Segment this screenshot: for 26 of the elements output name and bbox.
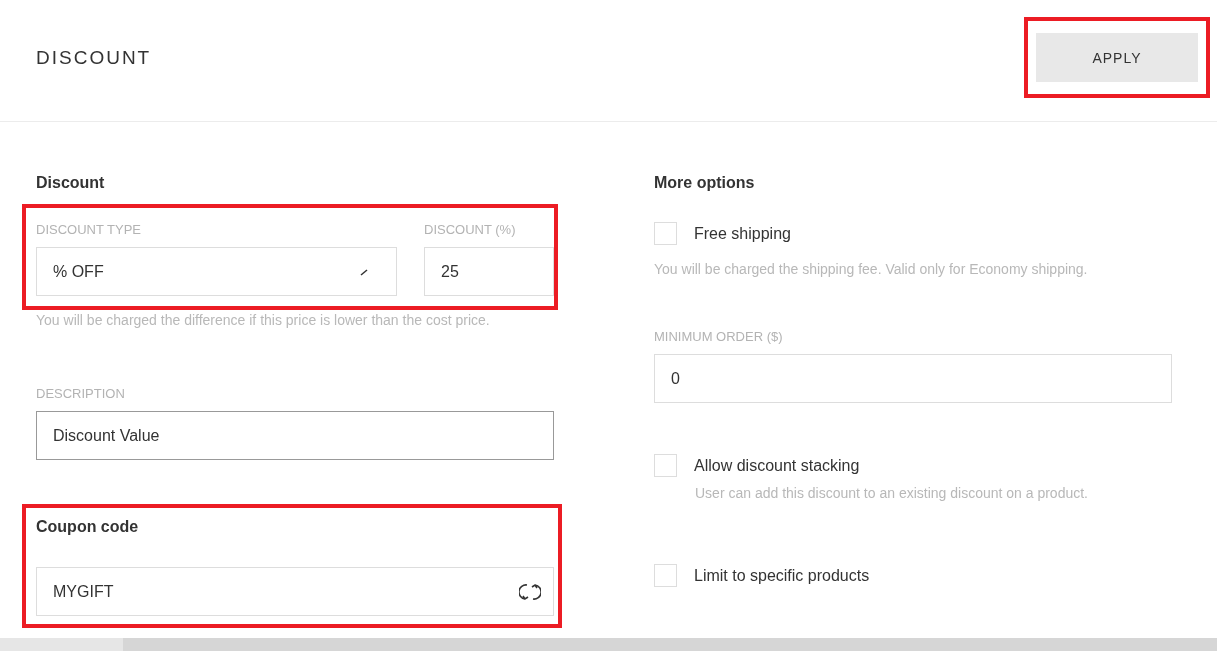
coupon-code-field[interactable]: MYGIFT [36,567,554,616]
refresh-icon[interactable] [519,581,541,602]
discount-type-dropdown[interactable]: % OFF [36,247,397,296]
section-heading: Coupon code [36,518,140,536]
field-label: DISCOUNT TYPE [36,222,142,237]
description-field[interactable]: Discount Value [36,411,554,460]
checkbox[interactable] [654,454,677,477]
checkbox[interactable] [654,564,677,587]
help-text: You will be charged the difference if this price is lower than the cost price. [36,311,491,330]
field-label: DISCOUNT (%) [424,222,517,237]
help-text: You will be charged the shipping fee. Valid only for Economy shipping. [654,260,1089,279]
dropdown-icon [360,267,368,276]
discount-amount-field[interactable]: 25 [424,247,554,296]
checkbox-label: Limit to specific products [694,566,870,585]
section-heading: More options [654,174,756,192]
apply-button[interactable]: APPLY [1036,33,1198,82]
field-label: MINIMUM ORDER ($) [654,329,784,344]
field-label: DESCRIPTION [36,386,126,401]
section-heading: Discount [36,174,106,192]
help-text: User can add this discount to an existing discount on a product. [695,484,1089,503]
checkbox-label: Allow discount stacking [694,456,860,475]
horizontal-scrollbar[interactable] [0,638,1217,651]
minimum-order-field[interactable]: 0 [654,354,1172,403]
page-title: DISCOUNT [36,46,152,69]
checkbox[interactable] [654,222,677,245]
checkbox-label: Free shipping [694,224,791,243]
